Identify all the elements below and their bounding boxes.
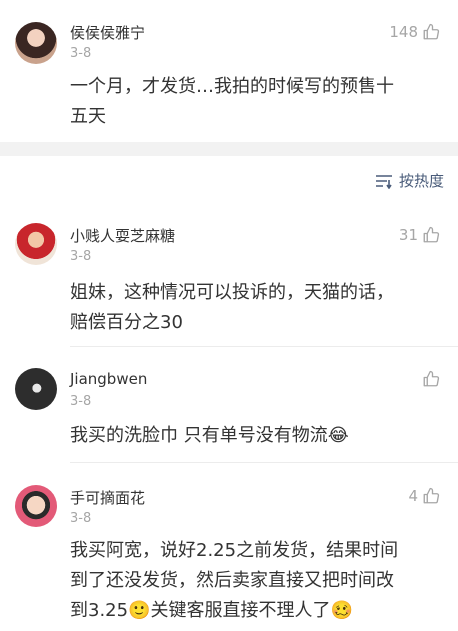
like-count: 148 — [389, 23, 418, 41]
comment-date: 3-8 — [70, 46, 92, 61]
sort-lines-icon — [375, 174, 392, 189]
thumbs-up-icon — [423, 23, 440, 40]
like-button[interactable]: 4 — [408, 485, 440, 507]
comment-text: 我买阿宽，说好2.25之前发货，结果时间 到了还没发货，然后卖家直接又把时间改 … — [70, 540, 399, 621]
like-button[interactable] — [418, 368, 440, 390]
divider — [70, 462, 458, 463]
thumbs-up-icon — [423, 487, 440, 504]
avatar[interactable] — [15, 485, 57, 527]
comment-text: 我买的洗脸巾 只有单号没有物流😂 — [70, 425, 349, 446]
like-count: 4 — [408, 487, 418, 505]
comment-username[interactable]: 侯侯侯雅宁 — [70, 22, 145, 43]
comment-date: 3-8 — [70, 394, 92, 409]
section-separator — [0, 142, 458, 156]
like-count: 31 — [398, 226, 418, 244]
comment-username[interactable]: Jiangbwen — [70, 370, 147, 388]
avatar[interactable] — [15, 22, 57, 64]
comment-username[interactable]: 小贱人耍芝麻糖 — [70, 225, 175, 246]
thumbs-up-icon — [423, 370, 440, 387]
avatar[interactable] — [15, 223, 57, 265]
like-button[interactable]: 31 — [399, 224, 440, 246]
thumbs-up-icon — [423, 226, 440, 243]
comment-text: 一个月，才发货…我拍的时候写的预售十 五天 — [70, 76, 394, 127]
comment-date: 3-8 — [70, 511, 92, 526]
sort-by-hot-button[interactable]: 按热度 — [375, 170, 444, 191]
avatar[interactable] — [15, 368, 57, 410]
sort-label: 按热度 — [398, 172, 444, 190]
comment-date: 3-8 — [70, 249, 92, 264]
like-button[interactable]: 148 — [389, 21, 440, 43]
divider — [70, 346, 458, 347]
comment-text: 姐妹，这种情况可以投诉的，天猫的话， 赔偿百分之30 — [70, 282, 394, 333]
comment-username[interactable]: 手可摘面花 — [70, 487, 145, 508]
